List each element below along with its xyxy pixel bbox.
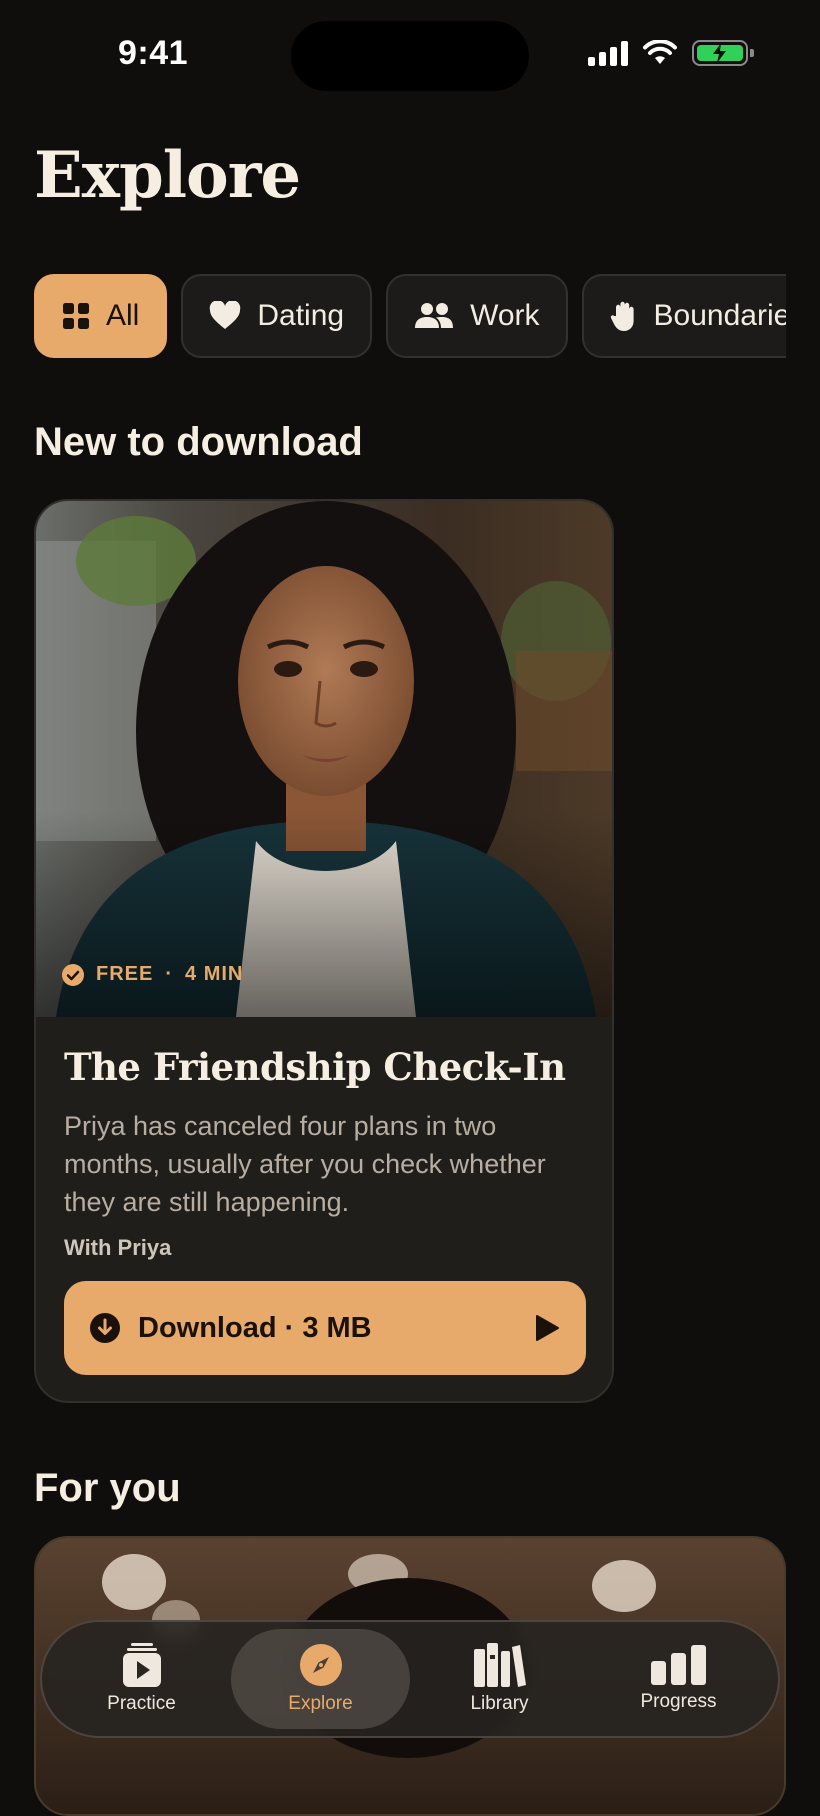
tab-library[interactable]: Library — [410, 1629, 589, 1729]
cellular-signal-icon — [588, 40, 628, 66]
battery-icon — [692, 40, 754, 66]
tab-label: Practice — [107, 1693, 176, 1714]
filter-chip-boundaries[interactable]: Boundaries — [581, 274, 786, 358]
bar-chart-icon — [650, 1645, 706, 1685]
scenario-photo — [36, 501, 612, 1017]
free-badge: FREE — [96, 963, 154, 985]
scenario-partner: With Priya — [64, 1235, 172, 1260]
dynamic-island — [291, 21, 529, 91]
grid-icon — [63, 303, 89, 329]
tab-bar: Practice Explore Library Progress — [40, 1620, 780, 1738]
filter-chip-label: Boundaries — [653, 299, 786, 332]
filter-chip-all[interactable]: All — [34, 274, 168, 358]
scenario-description: Priya has canceled four plans in two mon… — [64, 1111, 546, 1217]
download-button[interactable]: Download · 3 MB — [64, 1281, 586, 1375]
duration-label: 4 MIN — [185, 963, 244, 985]
tab-label: Library — [470, 1693, 529, 1714]
books-icon — [473, 1643, 526, 1687]
filter-chip-label: Dating — [257, 299, 345, 332]
section-title-for-you: For you — [34, 1466, 181, 1510]
people-icon — [415, 303, 454, 328]
tab-label: Explore — [288, 1693, 353, 1714]
filter-chips: All Dating Work Boundaries — [34, 274, 786, 360]
download-label: Download · 3 MB — [138, 1311, 372, 1344]
filter-chip-label: Work — [470, 299, 540, 332]
section-title-new-download: New to download — [34, 420, 363, 464]
tab-explore[interactable]: Explore — [231, 1629, 410, 1729]
scenario-meta: FREE · 4 MIN — [62, 963, 243, 986]
download-icon — [90, 1313, 120, 1343]
play-card-icon — [122, 1643, 161, 1687]
tab-label: Progress — [640, 1691, 717, 1712]
check-circle-icon — [62, 963, 84, 986]
page-title: Explore — [34, 138, 301, 213]
tab-practice[interactable]: Practice — [52, 1629, 231, 1729]
play-icon — [536, 1315, 559, 1341]
filter-chip-work[interactable]: Work — [386, 274, 568, 358]
featured-scenario-card[interactable]: FREE · 4 MIN The Friendship Check-In Pri… — [34, 499, 614, 1403]
compass-icon — [299, 1644, 342, 1686]
status-time: 9:41 — [118, 34, 189, 72]
hand-icon — [610, 301, 634, 331]
tab-progress[interactable]: Progress — [589, 1629, 768, 1729]
wifi-icon — [643, 40, 677, 64]
filter-chip-label: All — [106, 299, 140, 332]
status-icons — [588, 40, 754, 66]
scenario-title: The Friendship Check-In — [64, 1045, 566, 1089]
filter-chip-dating[interactable]: Dating — [181, 274, 373, 358]
heart-icon — [210, 301, 241, 329]
meta-separator: · — [165, 963, 174, 985]
